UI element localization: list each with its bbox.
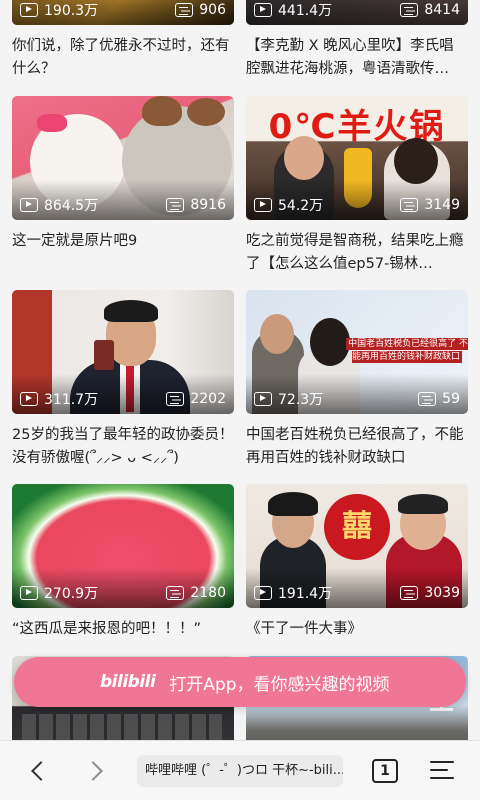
- video-card[interactable]: 441.4万 8414 【李克勤 X 晚风心里吹】李氏唱腔飘进花海桃源，粤语清歌…: [246, 0, 468, 81]
- view-count: 54.2万: [278, 198, 324, 214]
- video-card[interactable]: 270.9万 2180 “这西瓜是来报恩的吧！！！”: [12, 484, 234, 664]
- video-thumbnail[interactable]: 190.3万 906: [12, 0, 234, 25]
- open-app-banner[interactable]: bilibili 打开App，看你感兴趣的视频: [14, 657, 466, 707]
- bilibili-logo: bilibili: [100, 672, 156, 692]
- video-card[interactable]: 0℃羊火锅 54.2万 3149 吃之前觉得是智商税，结果吃上瘾了【怎么这么值e…: [246, 96, 468, 276]
- thumbnail-caption: 0℃羊火锅: [268, 107, 446, 147]
- video-thumbnail[interactable]: 囍 191.4万 3039: [246, 484, 468, 608]
- chevron-right-icon: [83, 761, 103, 781]
- view-count: 864.5万: [44, 198, 99, 214]
- menu-icon: [430, 761, 454, 764]
- video-card[interactable]: 中国老百姓税负已经很高了 不能再用百姓的钱补财政缺口 72.3万 59 中国老百…: [246, 290, 468, 470]
- video-card[interactable]: 311.7万 2202 25岁的我当了最年轻的政协委员！没有骄傲喔(՞⸝⸝> ᴗ…: [12, 290, 234, 470]
- play-count-icon: [254, 586, 272, 600]
- video-thumbnail[interactable]: 441.4万 8414: [246, 0, 468, 25]
- danmaku-count: 8414: [424, 2, 460, 18]
- danmaku-count: 2180: [190, 585, 226, 601]
- play-count-icon: [20, 586, 38, 600]
- play-count-icon: [20, 198, 38, 212]
- danmaku-count: 3039: [424, 585, 460, 601]
- danmaku-icon: [166, 198, 185, 212]
- danmaku-count: 2202: [190, 391, 226, 407]
- tabs-button[interactable]: 1: [372, 759, 398, 783]
- play-count-icon: [254, 198, 272, 212]
- video-title[interactable]: 你们说，除了优雅永不过时，还有什么？: [12, 35, 234, 81]
- danmaku-icon: [166, 586, 185, 600]
- double-happiness-sign: 囍: [324, 494, 390, 560]
- danmaku-count: 906: [199, 2, 226, 18]
- view-count: 190.3万: [44, 3, 99, 19]
- play-count-icon: [254, 3, 272, 17]
- open-app-text: 打开App，看你感兴趣的视频: [169, 674, 390, 695]
- video-card[interactable]: 864.5万 8916 这一定就是原片吧9: [12, 96, 234, 276]
- forward-button[interactable]: [78, 753, 114, 789]
- danmaku-count: 3149: [424, 197, 460, 213]
- danmaku-count: 59: [442, 391, 460, 407]
- thumbnail-caption: 中国老百姓税负已经很高了 不能再用百姓的钱补财政缺口: [346, 338, 468, 363]
- address-bar[interactable]: 哔哩哔哩 (゜-゜)つロ 干杯~-bili...: [137, 755, 343, 787]
- video-thumbnail[interactable]: 864.5万 8916: [12, 96, 234, 220]
- play-count-icon: [20, 392, 38, 406]
- danmaku-icon: [418, 392, 437, 406]
- back-button[interactable]: [20, 753, 56, 789]
- browser-bottom-bar: 哔哩哔哩 (゜-゜)つロ 干杯~-bili... 1: [0, 740, 480, 800]
- bilibili-mobile-page: 190.3万 906 你们说，除了优雅永不过时，还有什么？ 441.4万 841…: [0, 0, 480, 800]
- video-card[interactable]: 囍 191.4万 3039 《干了一件大事》: [246, 484, 468, 664]
- play-count-icon: [254, 392, 272, 406]
- chevron-left-icon: [31, 761, 51, 781]
- view-count: 72.3万: [278, 392, 324, 408]
- video-title[interactable]: 吃之前觉得是智商税，结果吃上瘾了【怎么这么值ep57-锡林…: [246, 230, 468, 276]
- view-count: 311.7万: [44, 392, 99, 408]
- danmaku-icon: [400, 586, 419, 600]
- video-thumbnail[interactable]: 0℃羊火锅 54.2万 3149: [246, 96, 468, 220]
- video-title[interactable]: 【李克勤 X 晚风心里吹】李氏唱腔飘进花海桃源，粤语清歌传…: [246, 35, 468, 81]
- danmaku-icon: [400, 198, 419, 212]
- danmaku-icon: [400, 3, 419, 17]
- video-title[interactable]: 中国老百姓税负已经很高了，不能再用百姓的钱补财政缺口: [246, 424, 468, 470]
- video-thumbnail[interactable]: 270.9万 2180: [12, 484, 234, 608]
- view-count: 270.9万: [44, 586, 99, 602]
- menu-button[interactable]: [430, 761, 454, 781]
- video-thumbnail[interactable]: 311.7万 2202: [12, 290, 234, 414]
- view-count: 191.4万: [278, 586, 333, 602]
- play-count-icon: [20, 3, 38, 17]
- danmaku-icon: [175, 3, 194, 17]
- video-thumbnail[interactable]: 中国老百姓税负已经很高了 不能再用百姓的钱补财政缺口 72.3万 59: [246, 290, 468, 414]
- video-title[interactable]: 25岁的我当了最年轻的政协委员！没有骄傲喔(՞⸝⸝> ᴗ <⸝⸝՞): [12, 424, 234, 470]
- view-count: 441.4万: [278, 3, 333, 19]
- danmaku-count: 8916: [190, 197, 226, 213]
- danmaku-icon: [166, 392, 185, 406]
- video-card[interactable]: 190.3万 906 你们说，除了优雅永不过时，还有什么？: [12, 0, 234, 81]
- video-title[interactable]: 这一定就是原片吧9: [12, 230, 234, 276]
